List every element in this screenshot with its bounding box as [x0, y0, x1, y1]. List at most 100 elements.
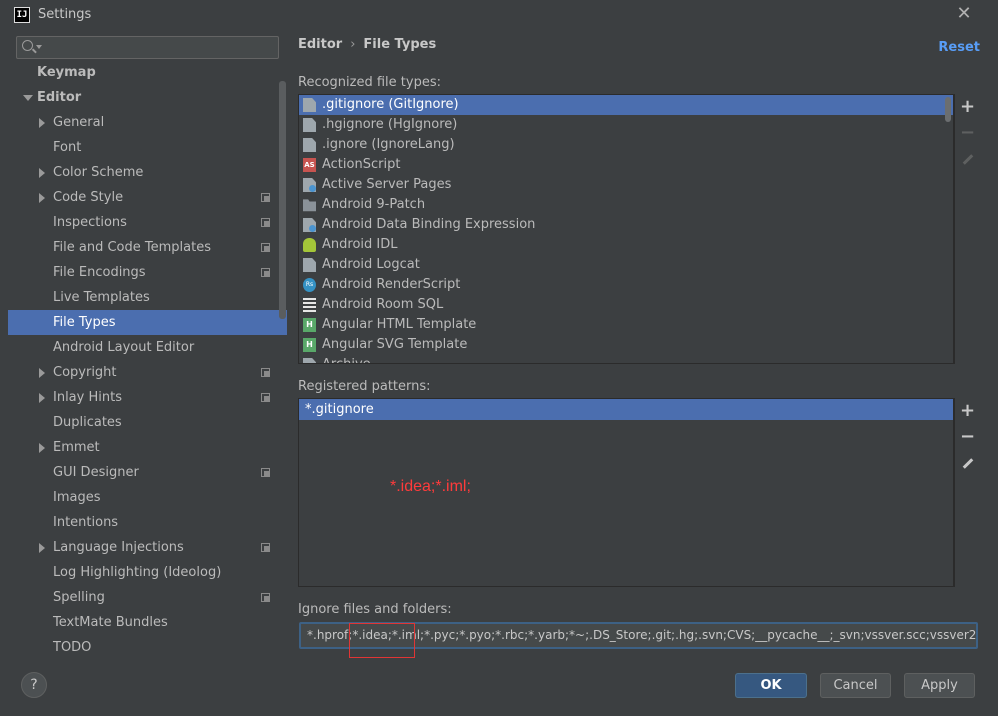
project-scope-icon	[261, 393, 270, 402]
window-title: Settings	[38, 7, 92, 22]
remove-pattern-button[interactable]: −	[955, 424, 980, 450]
tree-item-font[interactable]: Font	[8, 135, 287, 160]
annotation-highlight-box	[349, 623, 415, 658]
breadcrumb-parent[interactable]: Editor	[298, 37, 342, 52]
project-scope-icon	[261, 243, 270, 252]
ok-button[interactable]: OK	[735, 673, 807, 698]
tree-item-todo[interactable]: TODO	[8, 635, 287, 660]
dropdown-icon	[36, 45, 42, 49]
tree-item-label: Intentions	[53, 515, 119, 530]
tree-item-inspections[interactable]: Inspections	[8, 210, 287, 235]
tree-item-color-scheme[interactable]: Color Scheme	[8, 160, 287, 185]
project-scope-icon	[261, 218, 270, 227]
file-type-row[interactable]: Active Server Pages	[299, 175, 953, 195]
file-type-row[interactable]: .ignore (IgnoreLang)	[299, 135, 953, 155]
cancel-button[interactable]: Cancel	[820, 673, 891, 698]
settings-window: IJ Settings ✕ Keymap Editor General Font Col…	[0, 0, 998, 716]
tree-item-images[interactable]: Images	[8, 485, 287, 510]
file-type-row[interactable]: .hgignore (HgIgnore)	[299, 115, 953, 135]
tree-item-keymap[interactable]: Keymap	[8, 60, 287, 85]
tree-item-intentions[interactable]: Intentions	[8, 510, 287, 535]
tree-item-editor[interactable]: Editor	[8, 85, 287, 110]
file-type-row[interactable]: Android IDL	[299, 235, 953, 255]
collapse-arrow-icon[interactable]	[39, 393, 45, 403]
actionscript-icon: AS	[303, 158, 316, 172]
close-icon[interactable]: ✕	[954, 4, 974, 24]
recognized-file-types-list[interactable]: .gitignore (GitIgnore) .hgignore (HgIgnor…	[298, 94, 954, 364]
file-type-row[interactable]: H Angular SVG Template	[299, 335, 953, 355]
tree-item-language-injections[interactable]: Language Injections	[8, 535, 287, 560]
hgignore-file-icon	[303, 118, 316, 132]
tree-item-label: Copyright	[53, 365, 117, 380]
collapse-arrow-icon[interactable]	[39, 443, 45, 453]
renderscript-icon: Rs	[303, 278, 316, 292]
tree-item-general[interactable]: General	[8, 110, 287, 135]
file-type-label: ActionScript	[322, 157, 401, 172]
edit-pattern-button[interactable]	[955, 450, 980, 476]
file-type-row[interactable]: .gitignore (GitIgnore)	[299, 95, 953, 115]
breadcrumb: Editor › File Types	[298, 37, 436, 52]
ignore-file-icon	[303, 138, 316, 152]
file-type-row[interactable]: Android Logcat	[299, 255, 953, 275]
tree-item-emmet[interactable]: Emmet	[8, 435, 287, 460]
tree-item-label: Editor	[37, 90, 82, 105]
help-button[interactable]: ?	[21, 672, 47, 698]
file-type-label: Android 9-Patch	[322, 197, 426, 212]
tree-item-file-types[interactable]: File Types	[8, 310, 287, 335]
file-type-row[interactable]: Rs Android RenderScript	[299, 275, 953, 295]
collapse-arrow-icon[interactable]	[39, 168, 45, 178]
add-file-type-button[interactable]: +	[955, 94, 980, 120]
file-types-scrollbar[interactable]	[945, 97, 951, 122]
sql-icon	[303, 298, 316, 312]
pattern-row[interactable]: *.gitignore	[299, 399, 953, 420]
add-pattern-button[interactable]: +	[955, 398, 980, 424]
remove-file-type-button[interactable]: −	[955, 120, 980, 146]
file-type-row[interactable]: H Angular HTML Template	[299, 315, 953, 335]
tree-item-file-encodings[interactable]: File Encodings	[8, 260, 287, 285]
tree-scrollbar[interactable]	[279, 81, 286, 319]
tree-item-label: Code Style	[53, 190, 124, 205]
tree-item-live-templates[interactable]: Live Templates	[8, 285, 287, 310]
tree-item-code-style[interactable]: Code Style	[8, 185, 287, 210]
angular-svg-icon: H	[303, 338, 316, 352]
tree-item-inlay-hints[interactable]: Inlay Hints	[8, 385, 287, 410]
collapse-arrow-icon[interactable]	[39, 118, 45, 128]
tree-item-android-layout-editor[interactable]: Android Layout Editor	[8, 335, 287, 360]
tree-item-spelling[interactable]: Spelling	[8, 585, 287, 610]
file-types-panel: Editor › File Types Reset Recognized file …	[287, 29, 998, 661]
tree-item-label: Emmet	[53, 440, 100, 455]
pencil-icon	[962, 153, 973, 165]
expand-arrow-icon[interactable]	[23, 95, 33, 101]
file-type-row[interactable]: AS ActionScript	[299, 155, 953, 175]
collapse-arrow-icon[interactable]	[39, 543, 45, 553]
project-scope-icon	[261, 193, 270, 202]
annotation-text: *.idea;*.iml;	[390, 478, 471, 495]
file-type-row[interactable]: Android Room SQL	[299, 295, 953, 315]
tree-item-duplicates[interactable]: Duplicates	[8, 410, 287, 435]
tree-item-textmate-bundles[interactable]: TextMate Bundles	[8, 610, 287, 635]
collapse-arrow-icon[interactable]	[39, 193, 45, 203]
file-type-row[interactable]: Archive	[299, 355, 953, 363]
file-type-label: Angular SVG Template	[322, 337, 468, 352]
file-type-row[interactable]: Android 9-Patch	[299, 195, 953, 215]
file-type-label: Android Room SQL	[322, 297, 444, 312]
edit-file-type-button[interactable]	[955, 146, 980, 172]
reset-link[interactable]: Reset	[938, 40, 980, 55]
patterns-toolbar: + −	[954, 398, 979, 587]
dialog-footer: ? OK Cancel Apply	[0, 661, 998, 716]
archive-file-icon	[303, 358, 316, 363]
tree-item-copyright[interactable]: Copyright	[8, 360, 287, 385]
collapse-arrow-icon[interactable]	[39, 368, 45, 378]
tree-item-file-and-code-templates[interactable]: File and Code Templates	[8, 235, 287, 260]
search-input[interactable]	[16, 36, 279, 59]
file-type-label: .ignore (IgnoreLang)	[322, 137, 455, 152]
tree-item-log-highlighting-ideolog[interactable]: Log Highlighting (Ideolog)	[8, 560, 287, 585]
tree-item-gui-designer[interactable]: GUI Designer	[8, 460, 287, 485]
file-type-label: Android Data Binding Expression	[322, 217, 536, 232]
intellij-app-icon: IJ	[14, 6, 30, 23]
file-type-row[interactable]: Android Data Binding Expression	[299, 215, 953, 235]
gitignore-file-icon	[303, 98, 316, 112]
project-scope-icon	[261, 368, 270, 377]
apply-button[interactable]: Apply	[904, 673, 975, 698]
file-type-label: Android Logcat	[322, 257, 420, 272]
